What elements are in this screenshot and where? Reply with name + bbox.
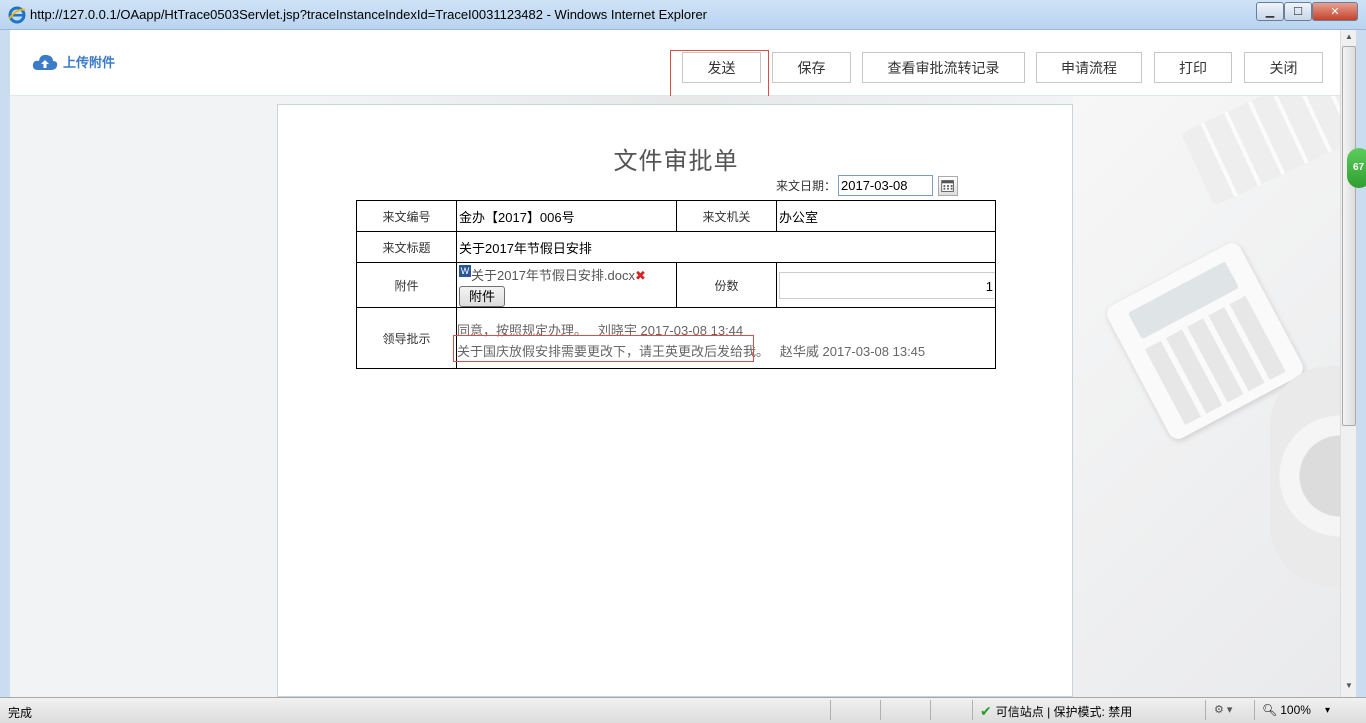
security-zone-text: 可信站点 | 保护模式: 禁用 — [995, 705, 1133, 719]
date-row: 来文日期： — [776, 175, 959, 196]
view-approval-history-button[interactable]: 查看审批流转记录 — [862, 52, 1025, 83]
zoom-control[interactable]: 🔍︎ 100% ▾ — [1262, 703, 1330, 717]
security-zone[interactable]: ✔ 可信站点 | 保护模式: 禁用 — [980, 703, 1132, 720]
calendar-icon[interactable] — [938, 175, 959, 196]
attachment-button[interactable]: 附件 — [459, 286, 505, 307]
scroll-up-icon[interactable]: ▲ — [1341, 32, 1357, 46]
chevron-down-icon: ▾ — [1324, 704, 1330, 716]
table-row: 附件 W 关于2017年节假日安排.docx✖ 附件 份数 1 — [356, 262, 996, 308]
minimize-button[interactable]: ▁ — [1256, 2, 1284, 21]
settings-dropdown-icon[interactable]: ⚙ ▾ — [1214, 703, 1232, 716]
status-separator — [1205, 700, 1206, 720]
status-separator — [830, 700, 831, 720]
scroll-down-icon[interactable]: ▼ — [1341, 681, 1357, 695]
zoom-level: 100% — [1280, 703, 1311, 717]
scrollbar-thumb[interactable] — [1342, 46, 1356, 426]
copies-cell: 1 — [776, 262, 996, 308]
vertical-scrollbar[interactable]: ▲ ▼ — [1340, 30, 1356, 697]
save-button[interactable]: 保存 — [772, 52, 851, 83]
date-field[interactable] — [838, 175, 934, 196]
date-label: 来文日期： — [776, 179, 837, 193]
window-frame-right — [1356, 30, 1366, 697]
status-separator — [880, 700, 881, 720]
form-title: 文件审批单 — [613, 148, 739, 175]
status-separator — [930, 700, 931, 720]
comment-highlight-box — [453, 335, 754, 362]
window-titlebar: http://127.0.0.1/OAapp/HtTrace0503Servle… — [0, 0, 1366, 30]
window-controls: ▁ ☐ ✕ — [1256, 2, 1358, 22]
word-file-icon: W — [459, 265, 471, 277]
issuer-label: 来文机关 — [676, 200, 777, 232]
print-button[interactable]: 打印 — [1154, 52, 1232, 83]
close-window-button[interactable]: ✕ — [1312, 2, 1358, 21]
magnifier-icon: 🔍︎ — [1262, 703, 1278, 717]
check-icon: ✔ — [980, 703, 992, 719]
status-bar: 完成 ✔ 可信站点 | 保护模式: 禁用 ⚙ ▾ 🔍︎ 100% ▾ — [0, 697, 1366, 723]
ie-icon — [8, 6, 26, 24]
comment-time: 2017-03-08 13:45 — [822, 344, 926, 359]
window-frame-left — [0, 30, 10, 697]
maximize-button[interactable]: ☐ — [1284, 2, 1312, 21]
toolbar: 上传附件 发送 保存 查看审批流转记录 申请流程 打印 关闭 — [10, 30, 1340, 106]
close-button[interactable]: 关闭 — [1244, 52, 1323, 83]
apply-workflow-button[interactable]: 申请流程 — [1036, 52, 1142, 83]
leader-comment-label: 领导批示 — [356, 307, 457, 369]
issuer-value: 办公室 — [776, 200, 996, 232]
doc-no-label: 来文编号 — [356, 200, 457, 232]
status-separator — [1254, 700, 1255, 720]
cup-image — [1270, 366, 1340, 586]
copies-label: 份数 — [676, 262, 777, 308]
table-row: 来文编号 金办【2017】006号 来文机关 办公室 — [356, 200, 996, 232]
window-title: http://127.0.0.1/OAapp/HtTrace0503Servle… — [30, 7, 707, 22]
subject-value[interactable]: 关于2017年节假日安排 — [456, 231, 996, 263]
copies-field[interactable]: 1 — [779, 271, 995, 299]
delete-icon[interactable]: ✖ — [635, 268, 646, 283]
attachment-file-link[interactable]: 关于2017年节假日安排.docx — [471, 268, 635, 283]
status-separator — [972, 700, 973, 720]
cloud-upload-icon — [32, 54, 58, 70]
subject-label: 来文标题 — [356, 231, 457, 263]
attachment-cell: W 关于2017年节假日安排.docx✖ 附件 — [456, 262, 677, 308]
upload-attachment-label: 上传附件 — [63, 55, 116, 70]
comment-author: 赵华威 — [779, 344, 819, 359]
attachment-label: 附件 — [356, 262, 457, 308]
table-row: 来文标题 关于2017年节假日安排 — [356, 231, 996, 263]
upload-attachment-button[interactable]: 上传附件 — [32, 52, 115, 71]
doc-no-value: 金办【2017】006号 — [456, 200, 677, 232]
side-badge[interactable]: 67 — [1347, 148, 1366, 188]
status-text: 完成 — [8, 706, 33, 720]
content-area: 文件审批单 来文日期： 来文编号 金办【2017】006号 来文机关 — [10, 96, 1340, 697]
approval-form-paper: 文件审批单 来文日期： 来文编号 金办【2017】006号 来文机关 — [277, 104, 1073, 697]
